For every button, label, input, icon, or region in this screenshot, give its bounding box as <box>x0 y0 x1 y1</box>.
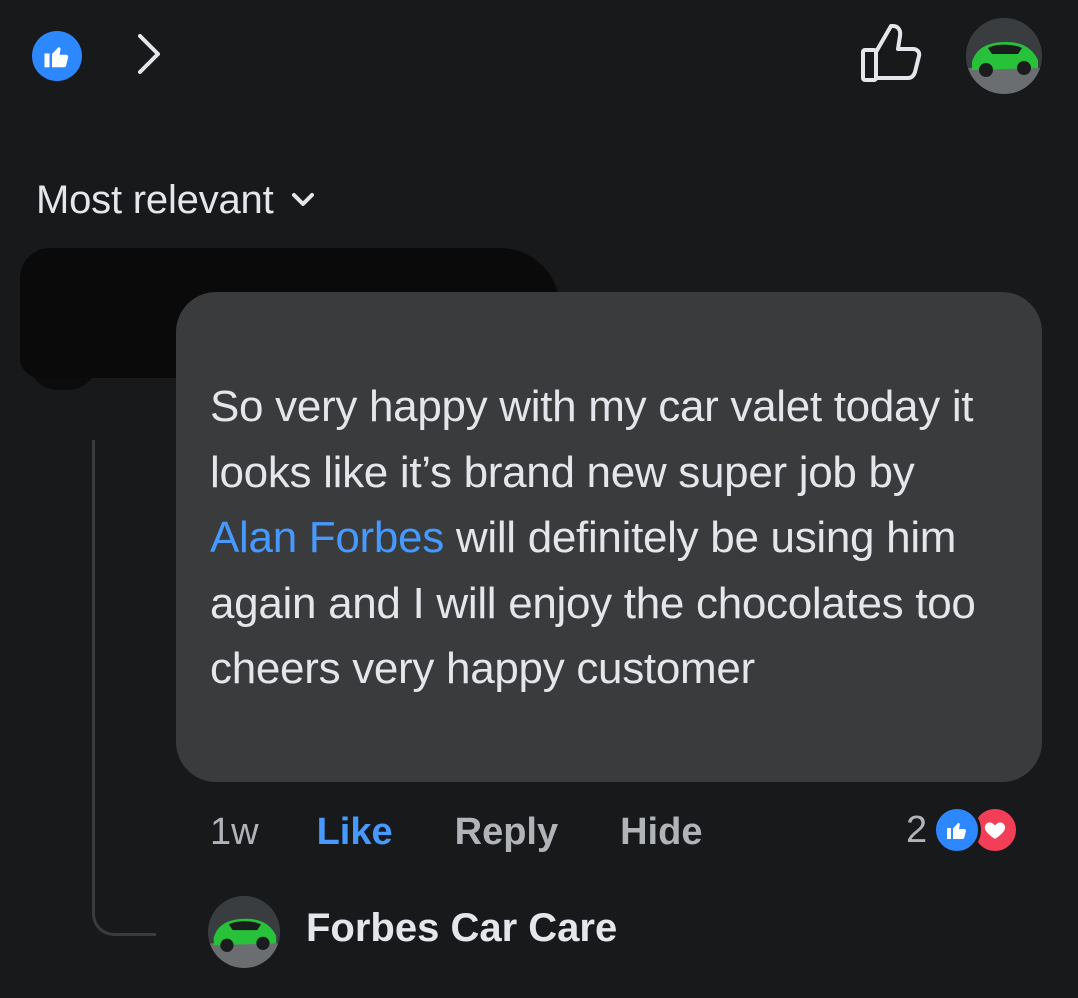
comment-timestamp[interactable]: 1w <box>210 811 259 854</box>
comment-actions: 1w Like Reply Hide <box>210 806 702 858</box>
page-avatar[interactable] <box>966 18 1042 94</box>
sort-dropdown[interactable]: Most relevant <box>36 172 316 228</box>
reaction-count: 2 <box>906 808 928 851</box>
like-button[interactable]: Like <box>317 811 393 854</box>
like-reaction-icon <box>933 806 982 854</box>
reply-button[interactable]: Reply <box>455 811 558 854</box>
thread-connector <box>92 440 156 936</box>
sort-label: Most relevant <box>36 177 274 222</box>
reply-author-name[interactable]: Forbes Car Care <box>306 906 617 951</box>
thumbs-up-icon <box>44 47 69 68</box>
comment-text-before: So very happy with my car valet today it… <box>210 382 974 497</box>
reaction-summary[interactable]: 2 <box>906 804 1020 856</box>
chevron-right-icon[interactable] <box>128 30 168 78</box>
hide-button[interactable]: Hide <box>620 811 702 854</box>
like-badge-icon[interactable] <box>32 31 82 81</box>
thumbs-up-outline-icon[interactable] <box>858 22 924 86</box>
chevron-down-icon <box>291 193 314 206</box>
mention-link[interactable]: Alan Forbes <box>210 513 444 562</box>
reply-author-avatar[interactable] <box>208 896 280 968</box>
green-car-avatar-icon <box>966 18 1042 94</box>
green-car-avatar-icon <box>208 896 280 968</box>
comment-text: So very happy with my car valet today it… <box>210 374 1010 702</box>
